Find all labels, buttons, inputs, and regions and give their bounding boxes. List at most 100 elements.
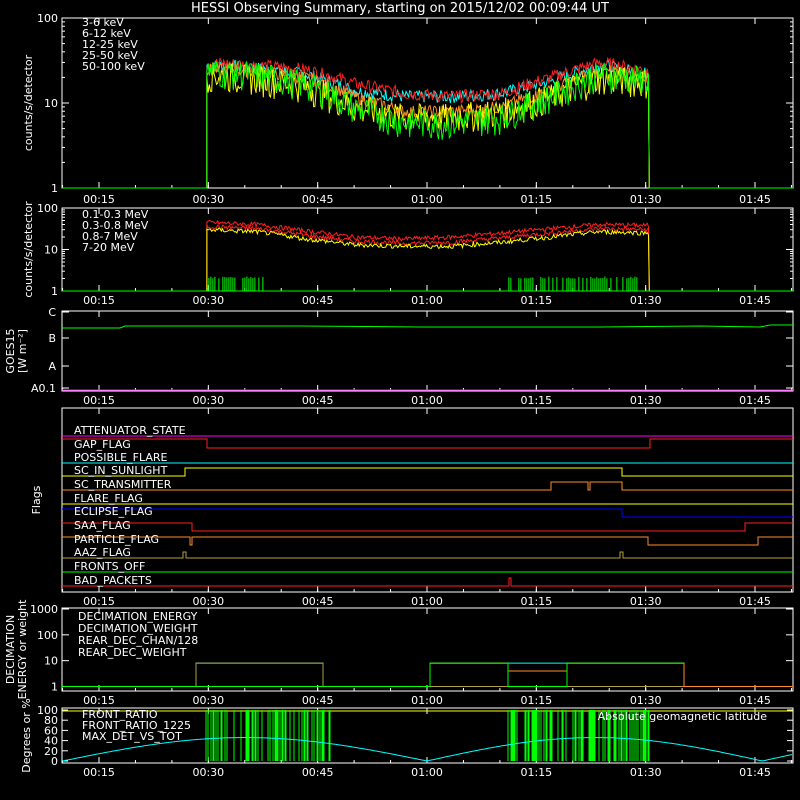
goes-frame: [61, 310, 794, 392]
decimation-ylabel-2: ENERGY or weight: [16, 599, 29, 699]
panel1-xtick-label: 01:45: [739, 193, 771, 206]
panel2-xtick-label: 01:15: [520, 294, 552, 307]
goes-xtick-label: 00:15: [83, 394, 115, 407]
panel1-ylabel: counts/s/detector: [22, 54, 35, 151]
panel1-xtick-label: 00:15: [83, 193, 115, 206]
panel1-xtick-label: 00:30: [192, 193, 224, 206]
flag-line-8: [62, 536, 793, 546]
flag-label-8: PARTICLE_FLAG: [74, 533, 159, 546]
decimation-rear-weight: [62, 662, 793, 687]
decimation-xtick-label: 00:30: [192, 694, 224, 707]
panel2-xtick-label: 01:30: [630, 294, 662, 307]
flag-label-1: GAP_FLAG: [74, 438, 131, 451]
geomag-xtick-label: 00:30: [192, 766, 224, 779]
geomag-ylabel: Degrees or %: [20, 698, 33, 772]
goes-xtick-label: 00:45: [302, 394, 334, 407]
geomag-xtick-label: 01:00: [411, 766, 443, 779]
panel2-xtick-label: 00:15: [83, 294, 115, 307]
flags-xtick-label: 01:00: [411, 595, 443, 608]
flag-label-4: SC_TRANSMITTER: [74, 478, 172, 491]
flag-label-0: ATTENUATOR_STATE: [74, 424, 186, 437]
goes-ytick-label: A0.1: [31, 382, 56, 395]
goes-ytick-label: B: [48, 332, 56, 345]
flags-xtick-label: 01:15: [520, 595, 552, 608]
panel2-series-1: [62, 224, 793, 292]
goes-ytick-label: C: [48, 306, 56, 319]
panel1-xtick-label: 01:15: [520, 193, 552, 206]
panel1-series-3: [62, 60, 793, 189]
panel1-frame: [61, 17, 794, 189]
decimation-ytick-label: 1000: [30, 603, 58, 616]
goes-ytick-label: A: [48, 360, 56, 373]
decimation-xtick-label: 00:15: [83, 694, 115, 707]
goes-xtick-label: 01:15: [520, 394, 552, 407]
decimation-ytick-label: 10: [44, 655, 58, 668]
panel1-xtick-label: 01:00: [411, 193, 443, 206]
geomag-xtick-label: 01:15: [520, 766, 552, 779]
decimation-rear-chan: [62, 662, 793, 687]
panel1-xtick-label: 00:45: [302, 193, 334, 206]
chart-title: HESSI Observing Summary, starting on 201…: [191, 1, 609, 16]
decimation-xtick-label: 01:00: [411, 694, 443, 707]
flag-label-11: BAD_PACKETS: [74, 574, 152, 587]
panel1-ytick-label: 100: [37, 12, 58, 25]
flag-label-10: FRONTS_OFF: [74, 560, 145, 573]
panel2-ylabel: counts/s/detector: [22, 201, 35, 298]
flags-xtick-label: 01:45: [739, 595, 771, 608]
geomag-legend-2: MAX_DET_VS_TOT: [82, 730, 182, 743]
panel1-legend-4: 50-100 keV: [82, 60, 145, 73]
decimation-legend-3: REAR_DEC_WEIGHT: [78, 646, 187, 659]
decimation-xtick-label: 00:45: [302, 694, 334, 707]
flag-line-3: [62, 467, 793, 477]
plot-canvas: HESSI Observing Summary, starting on 201…: [4, 1, 794, 779]
flag-label-3: SC_IN_SUNLIGHT: [74, 464, 168, 477]
goes-xtick-label: 01:45: [739, 394, 771, 407]
flag-line-1: [62, 438, 793, 449]
flags-xtick-label: 01:30: [630, 595, 662, 608]
decimation-xtick-label: 01:15: [520, 694, 552, 707]
panel2-ytick-label: 1: [51, 285, 58, 298]
flag-label-6: ECLIPSE_FLAG: [74, 505, 153, 518]
goes-xtick-label: 00:30: [192, 394, 224, 407]
summary-plot: HESSI Observing Summary, starting on 201…: [0, 0, 800, 800]
decimation-ytick-label: 1: [51, 680, 58, 693]
flag-label-9: AAZ_FLAG: [74, 546, 131, 559]
flags-xtick-label: 00:30: [192, 595, 224, 608]
goes-xtick-label: 01:30: [630, 394, 662, 407]
geomag-ytick-label: 100: [37, 704, 58, 717]
flags-ylabel: Flags: [30, 485, 43, 514]
panel1-xtick-label: 01:30: [630, 193, 662, 206]
panel2-series-0: [62, 219, 793, 292]
geomag-xtick-label: 01:30: [630, 766, 662, 779]
flags-xtick-label: 00:15: [83, 595, 115, 608]
flag-label-5: FLARE_FLAG: [74, 492, 143, 505]
panel1-ytick-label: 10: [44, 97, 58, 110]
panel1-ytick-label: 1: [51, 182, 58, 195]
panel2-ytick-label: 100: [37, 202, 58, 215]
panel2-ytick-label: 10: [44, 244, 58, 257]
panel2-xtick-label: 01:45: [739, 294, 771, 307]
flag-line-6: [62, 508, 793, 518]
goes-ylabel-units: [W m⁻²]: [16, 329, 29, 373]
goes-series-low: [62, 324, 793, 329]
panel2-xtick-label: 00:30: [192, 294, 224, 307]
panel2-legend-3: 7-20 MeV: [82, 241, 135, 254]
decimation-weight: [62, 662, 793, 687]
panel2-xtick-label: 00:45: [302, 294, 334, 307]
decimation-xtick-label: 01:45: [739, 694, 771, 707]
flag-label-7: SAA_FLAG: [74, 519, 131, 532]
flag-line-4: [62, 481, 793, 491]
geomag-annotation: Absolute geomagnetic latitude: [598, 710, 768, 723]
geomag-xtick-label: 01:45: [739, 766, 771, 779]
panel2-frame: [61, 207, 794, 292]
decimation-energy: [62, 662, 684, 687]
flag-line-11: [62, 577, 793, 587]
flag-line-9: [62, 551, 793, 559]
flag-line-7: [62, 522, 793, 532]
geomag-xtick-label: 00:45: [302, 766, 334, 779]
panel1-series-0: [62, 56, 793, 189]
decimation-ytick-label: 100: [37, 629, 58, 642]
panel2-xtick-label: 01:00: [411, 294, 443, 307]
geomag-xtick-label: 00:15: [83, 766, 115, 779]
goes-xtick-label: 01:00: [411, 394, 443, 407]
